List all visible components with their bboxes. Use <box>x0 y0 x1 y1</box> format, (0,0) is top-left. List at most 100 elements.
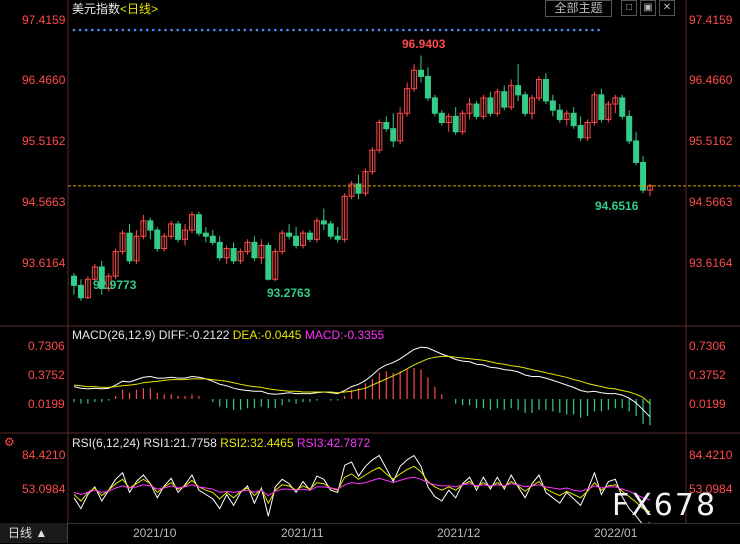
marker-dot <box>78 28 82 32</box>
marker-dot <box>457 28 460 32</box>
candle-body <box>473 103 480 117</box>
last-price-annotation: 94.6516 <box>595 199 639 213</box>
marker-dot <box>109 28 112 32</box>
theme-button[interactable]: 全部主题 <box>545 0 612 17</box>
marker-dot <box>481 28 485 32</box>
marker-dot <box>499 28 503 32</box>
candle-body <box>293 235 300 246</box>
candle-body <box>570 112 577 127</box>
marker-dot <box>347 28 350 32</box>
candle-body <box>542 78 549 102</box>
marker-dot <box>353 28 356 32</box>
close-icon[interactable]: ✕ <box>659 0 675 16</box>
rsi-tick-right: 84.4210 <box>689 448 733 462</box>
marker-dot <box>469 28 472 32</box>
candle-body <box>452 115 459 133</box>
marker-dot <box>560 28 564 32</box>
marker-dot <box>548 28 552 32</box>
marker-dot <box>115 28 118 32</box>
marker-dot <box>402 28 405 32</box>
candle-body <box>619 97 626 117</box>
candle-body <box>334 235 341 240</box>
marker-dot <box>243 28 247 32</box>
marker-dot <box>554 28 558 32</box>
marker-dot <box>316 28 320 32</box>
marker-dot <box>145 28 149 32</box>
candle-body <box>598 94 605 120</box>
candle-body <box>320 220 327 225</box>
marker-dot <box>511 28 515 32</box>
marker-dot <box>542 28 545 32</box>
settings-icon[interactable]: ⚙ <box>4 435 15 449</box>
low-annotation: 92.9773 <box>93 278 137 292</box>
macd-diff: DIFF:-0.2122 <box>158 328 230 342</box>
marker-dot <box>396 28 399 32</box>
marker-dot <box>133 28 137 32</box>
restore-icon[interactable]: □ <box>621 0 637 16</box>
macd-tick-right: 0.7306 <box>689 339 726 353</box>
price-tick-left: 93.6164 <box>22 256 66 270</box>
price-tick-left: 97.4159 <box>22 13 66 27</box>
candle-body <box>438 112 445 124</box>
chart-title: 美元指数<日线> <box>72 2 159 16</box>
marker-dot <box>194 28 198 32</box>
candle-body <box>251 241 258 259</box>
marker-dot <box>536 28 539 32</box>
marker-dot <box>524 28 527 32</box>
candle-body <box>626 115 633 142</box>
maximize-icon[interactable]: ▣ <box>640 0 656 16</box>
marker-dot <box>450 28 454 32</box>
candle-body <box>286 232 293 237</box>
marker-dot <box>152 28 155 32</box>
marker-dot <box>219 28 222 32</box>
marker-dot <box>463 28 466 32</box>
marker-dot <box>188 28 192 32</box>
low-annotation: 93.2763 <box>267 286 311 300</box>
macd-tick-right: 0.0199 <box>689 397 726 411</box>
marker-dot <box>341 28 344 32</box>
marker-dot <box>225 28 228 32</box>
macd-tick-left: 0.7306 <box>28 339 65 353</box>
macd-value: MACD:-0.3355 <box>304 328 385 342</box>
candle-body <box>417 69 424 77</box>
macd-diff-line <box>73 346 651 418</box>
period-selector-button[interactable]: 日线 ▲ <box>0 523 68 543</box>
candle-body <box>327 223 334 237</box>
period-label: <日线> <box>120 2 159 16</box>
marker-dot <box>475 28 478 32</box>
high-annotation: 96.9403 <box>402 37 446 51</box>
date-tick: 2021/10 <box>133 526 177 540</box>
marker-dot <box>487 28 491 32</box>
marker-dot <box>274 28 277 32</box>
candle-body <box>265 244 272 280</box>
marker-dot <box>377 28 381 32</box>
macd-tick-left: 0.0199 <box>28 397 65 411</box>
price-tick-right: 96.4660 <box>689 73 733 87</box>
candle-body <box>383 122 390 130</box>
price-tick-right: 94.5663 <box>689 195 733 209</box>
price-tick-left: 96.4660 <box>22 73 66 87</box>
marker-dot <box>170 28 173 32</box>
marker-dot <box>182 28 186 32</box>
candle-body <box>306 232 313 240</box>
candle-body <box>71 275 77 286</box>
marker-dot <box>298 28 302 32</box>
candle-body <box>549 100 556 111</box>
marker-dot <box>518 28 521 32</box>
marker-dot <box>280 28 283 32</box>
marker-dot <box>579 28 582 32</box>
marker-dot <box>310 28 314 32</box>
candle-body <box>209 235 216 243</box>
price-tick-left: 95.5162 <box>22 134 66 148</box>
marker-dot <box>597 28 600 32</box>
marker-dot <box>255 28 259 32</box>
rsi2-value: RSI2:32.4465 <box>220 436 294 450</box>
date-tick: 2021/11 <box>281 526 324 540</box>
marker-dot <box>438 28 442 32</box>
marker-dot <box>408 28 411 32</box>
marker-dot <box>231 28 234 32</box>
marker-dot <box>249 28 253 32</box>
fx678-watermark: FX678 <box>612 488 718 523</box>
marker-dot <box>237 28 240 32</box>
candle-body <box>202 232 209 237</box>
